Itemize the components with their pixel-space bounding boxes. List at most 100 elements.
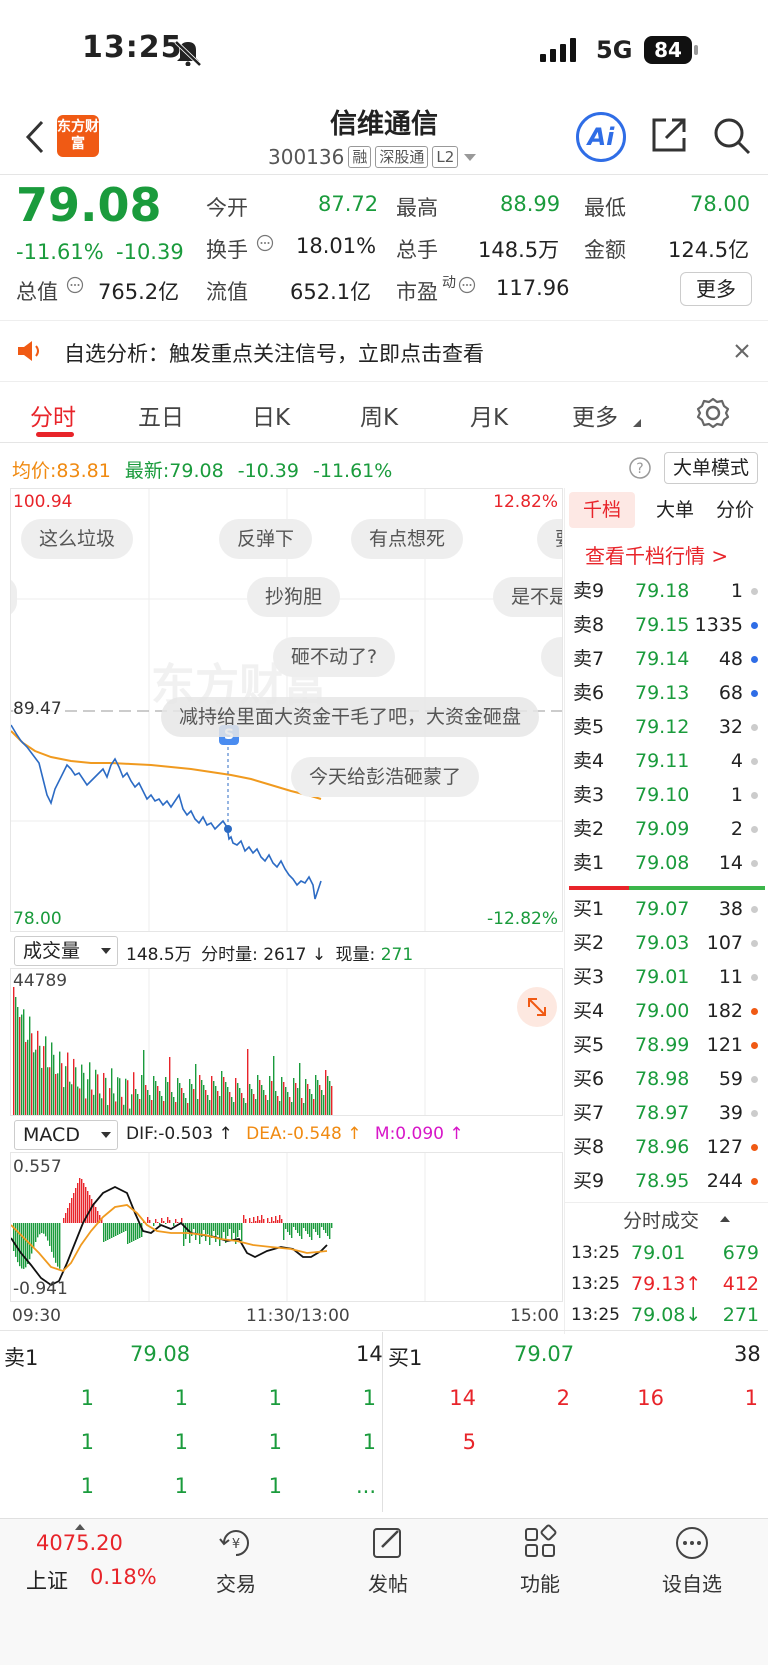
order-book-row[interactable]: 卖3 79.10 1: [565, 778, 765, 812]
comment-bubble[interactable]: 今天给彭浩砸蒙了: [291, 757, 480, 797]
info-circle-icon[interactable]: [458, 276, 476, 294]
info-circle-icon[interactable]: [256, 234, 274, 252]
order-book-row[interactable]: 买5 78.99 121: [565, 1028, 765, 1062]
volume-bar: [55, 1073, 57, 1115]
macd-bottom: -0.941: [13, 1279, 68, 1299]
volume-bar: [127, 1080, 129, 1115]
chevron-down-icon: [101, 948, 111, 954]
order-book-row[interactable]: 卖8 79.15 1335: [565, 608, 765, 642]
order-book-row[interactable]: 买1 79.07 38: [565, 892, 765, 926]
macd-bar: [65, 1213, 67, 1223]
macd-bar: [215, 1223, 217, 1242]
share-icon[interactable]: [650, 116, 688, 154]
macd-chart[interactable]: 0.557 -0.941: [10, 1152, 563, 1302]
comment-bubble[interactable]: 是不是: [493, 577, 562, 617]
order-book-row[interactable]: 买2 79.03 107: [565, 926, 765, 960]
order-book-row[interactable]: 卖1 79.08 14: [565, 846, 765, 880]
status-bar: 13:25 5G 84: [0, 0, 768, 105]
volume-bar: [225, 1082, 227, 1115]
order-book-row[interactable]: 买9 78.95 244: [565, 1164, 765, 1198]
volume-bar: [123, 1104, 125, 1115]
comment-bubble[interactable]: 抄狗胆: [247, 577, 341, 617]
volume-bar: [137, 1094, 139, 1115]
level-dot: [751, 690, 758, 697]
expand-button[interactable]: [517, 987, 557, 1027]
macd-bar: [261, 1215, 263, 1223]
gear-icon[interactable]: [696, 396, 730, 430]
big-order-mode-button[interactable]: 大单模式: [664, 452, 758, 484]
queue-cell: 16: [637, 1386, 664, 1410]
volume-bar: [135, 1089, 137, 1115]
volume-bar: [161, 1096, 163, 1115]
grid-icon: [525, 1524, 557, 1557]
comment-bubble[interactable]: 有点想死: [351, 519, 464, 559]
tab-weekly[interactable]: 周K: [360, 398, 398, 432]
help-icon[interactable]: ?: [628, 456, 652, 480]
order-book-row[interactable]: 卖9 79.18 1: [565, 574, 765, 608]
info-circle-icon[interactable]: [66, 276, 84, 294]
stock-code-row[interactable]: 300136 融 深股通 L2: [268, 145, 478, 169]
order-book-row[interactable]: 卖5 79.12 32: [565, 710, 765, 744]
tab-more[interactable]: 更多: [572, 398, 618, 432]
more-button[interactable]: 更多: [680, 272, 752, 306]
tab-five-day[interactable]: 五日: [138, 398, 184, 432]
nav-functions[interactable]: 功能: [504, 1519, 576, 1597]
level-label: 卖4: [573, 750, 605, 772]
trade-price: 79.08↓: [631, 1304, 702, 1326]
nav-post[interactable]: 发帖: [352, 1519, 424, 1597]
volume-bar: [191, 1084, 193, 1115]
tab-daily[interactable]: 日K: [252, 398, 290, 432]
volume-bar: [311, 1094, 313, 1115]
tab-big-order[interactable]: 大单: [645, 492, 705, 528]
order-book-row[interactable]: 卖7 79.14 48: [565, 642, 765, 676]
notice-bar[interactable]: 自选分析：触发重点关注信号，立即点击查看: [0, 320, 768, 382]
volume-bar: [125, 1078, 127, 1115]
intraday-chart[interactable]: 东方财富 S 100.94 12.82% 89.47 78.00 -12.82%…: [10, 488, 563, 932]
nav-add-watchlist[interactable]: 设自选: [650, 1519, 734, 1597]
macd-bar: [185, 1223, 187, 1239]
order-book-row[interactable]: 买7 78.97 39: [565, 1096, 765, 1130]
level-label: 买7: [573, 1102, 605, 1124]
order-book-row[interactable]: 卖6 79.13 68: [565, 676, 765, 710]
level-price: 79.13: [635, 682, 690, 704]
order-book-row[interactable]: 买8 78.96 127: [565, 1130, 765, 1164]
view-depth-link[interactable]: 查看千档行情 >: [585, 540, 728, 569]
close-icon[interactable]: [734, 343, 750, 359]
order-book-row[interactable]: 买6 78.98 59: [565, 1062, 765, 1096]
tab-thousand-level[interactable]: 千档: [569, 492, 635, 528]
order-book-row[interactable]: 卖4 79.11 4: [565, 744, 765, 778]
volume-bar: [209, 1100, 211, 1115]
tab-monthly[interactable]: 月K: [470, 398, 508, 432]
order-book-row[interactable]: 买4 79.00 182: [565, 994, 765, 1028]
level-price: 79.07: [635, 898, 690, 920]
comment-bubble[interactable]: 砸不动了?: [273, 637, 396, 677]
index-percent[interactable]: 0.18%: [90, 1565, 157, 1589]
macd-bar: [195, 1223, 197, 1240]
order-book-row[interactable]: 买3 79.01 11: [565, 960, 765, 994]
tab-price-distribution[interactable]: 分价: [705, 492, 765, 528]
open-label: 今开: [206, 196, 248, 220]
macd-bar: [241, 1223, 243, 1241]
volume-chart[interactable]: 44789: [10, 968, 563, 1116]
macd-bar: [313, 1223, 315, 1229]
volume-bar: [215, 1086, 217, 1115]
trades-title[interactable]: 分时成交: [623, 1206, 699, 1233]
order-book-row[interactable]: 卖2 79.09 2: [565, 812, 765, 846]
comment-bubble[interactable]: 反弹下: [219, 519, 313, 559]
macd-bar: [25, 1223, 27, 1268]
tab-intraday[interactable]: 分时: [30, 398, 76, 432]
volume-bar: [27, 1039, 29, 1115]
volume-indicator-label: 成交量: [23, 940, 81, 962]
macd-top: 0.557: [13, 1157, 62, 1177]
comment-bubble[interactable]: 这么垃圾: [21, 519, 134, 559]
macd-bar: [249, 1218, 251, 1223]
comment-bubble[interactable]: 减持给里面大资金干毛了吧，大资金砸盘: [161, 697, 540, 737]
search-icon[interactable]: [712, 116, 752, 156]
queue-cell: 1: [80, 1386, 94, 1410]
index-value[interactable]: 4075.20: [36, 1531, 123, 1555]
nav-trade[interactable]: ¥ 交易: [200, 1519, 272, 1597]
volume-bar: [119, 1078, 121, 1115]
ai-button[interactable]: Ai: [576, 112, 626, 162]
index-name[interactable]: 上证: [26, 1565, 68, 1595]
corner-arrow-icon: [633, 419, 641, 427]
